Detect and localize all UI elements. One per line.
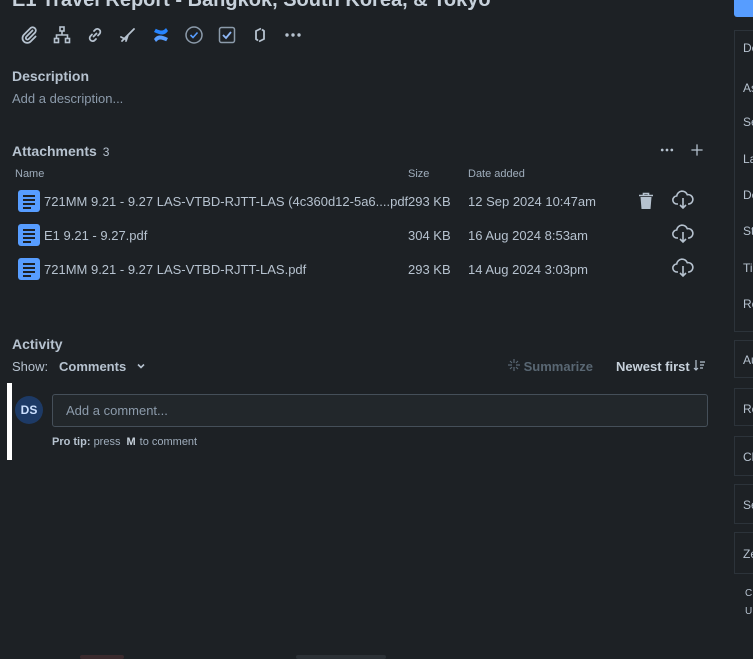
attachment-row[interactable]: E1 9.21 - 9.27.pdf 304 KB 16 Aug 2024 8:… — [12, 220, 702, 254]
issue-toolbar — [12, 22, 309, 47]
add-attachment-button[interactable] — [689, 142, 705, 163]
details-field-label[interactable]: De — [743, 188, 753, 202]
pro-tip-press: press — [93, 436, 121, 448]
attachment-name[interactable]: E1 9.21 - 9.27.pdf — [44, 228, 147, 243]
attachment-row[interactable]: 721MM 9.21 - 9.27 LAS-VTBD-RJTT-LAS.pdf … — [12, 254, 702, 288]
sync-button[interactable] — [243, 22, 276, 47]
activity-filter-value: Comments — [59, 359, 127, 374]
paperclip-icon — [21, 25, 37, 44]
column-header-date[interactable]: Date added — [468, 168, 525, 180]
trash-icon — [639, 192, 653, 209]
avatar[interactable]: DS — [15, 396, 43, 424]
checkbox-icon — [218, 26, 235, 43]
attachment-size: 304 KB — [408, 228, 451, 243]
sparkle-icon — [508, 359, 520, 371]
more-actions-button[interactable] — [276, 22, 309, 47]
attachment-size: 293 KB — [408, 262, 451, 277]
details-field-label[interactable]: La — [743, 152, 753, 166]
link-issue-button[interactable] — [78, 22, 111, 47]
ellipsis-icon — [284, 32, 301, 37]
attachments-heading-label: Attachments — [12, 143, 97, 159]
details-field-label[interactable]: Ti — [743, 261, 753, 275]
document-icon — [18, 190, 40, 212]
shortcut-key: M — [126, 436, 136, 448]
pro-tip-rest: to comment — [139, 436, 198, 448]
attachment-row[interactable]: 721MM 9.21 - 9.27 LAS-VTBD-RJTT-LAS (4c3… — [12, 186, 702, 220]
pro-tip: Pro tip: press Mto comment — [52, 436, 197, 448]
panel-section-label: Ch — [743, 450, 753, 464]
panel-section-label: Se — [743, 498, 753, 512]
details-panel — [734, 30, 753, 332]
details-field-label[interactable]: St — [743, 224, 753, 238]
summarize-button[interactable]: Summarize — [508, 359, 593, 374]
confluence-button[interactable] — [144, 22, 177, 47]
chevron-down-icon — [137, 363, 145, 369]
column-header-name[interactable]: Name — [15, 168, 44, 180]
details-field-label: De — [743, 41, 753, 55]
download-attachment-button[interactable] — [672, 190, 694, 213]
download-attachment-button[interactable] — [672, 258, 694, 281]
attachment-date: 16 Aug 2024 8:53am — [468, 228, 588, 243]
time-tracking-button[interactable] — [177, 22, 210, 47]
clock-check-icon — [184, 25, 203, 44]
confluence-icon — [153, 27, 168, 42]
panel-footer-text: U — [745, 606, 753, 617]
description-placeholder[interactable]: Add a description... — [12, 91, 123, 106]
activity-filter-dropdown[interactable]: Comments — [59, 359, 146, 374]
child-issue-button[interactable] — [45, 22, 78, 47]
link-icon — [88, 27, 101, 42]
document-icon — [18, 224, 40, 246]
details-field-label[interactable]: Re — [743, 297, 753, 311]
attachments-more-button[interactable] — [659, 142, 675, 163]
comment-input[interactable] — [52, 394, 708, 427]
plus-icon — [691, 144, 703, 156]
attachment-date: 14 Aug 2024 3:03pm — [468, 262, 588, 277]
document-icon — [18, 258, 40, 280]
development-button[interactable] — [111, 22, 144, 47]
attachment-size: 293 KB — [408, 194, 451, 209]
description-heading: Description — [12, 68, 90, 84]
pro-tip-label: Pro tip: — [52, 436, 91, 448]
attachment-date: 12 Sep 2024 10:47am — [468, 194, 596, 209]
attachment-name[interactable]: 721MM 9.21 - 9.27 LAS-VTBD-RJTT-LAS (4c3… — [44, 194, 408, 209]
show-label: Show: — [12, 359, 49, 374]
ellipsis-icon — [660, 148, 674, 152]
details-field-label[interactable]: As — [743, 81, 753, 95]
details-field-label[interactable]: Se — [743, 115, 753, 129]
attachments-actions — [659, 142, 705, 163]
clipped-content — [80, 655, 124, 659]
panel-section-label: Ze — [743, 547, 753, 561]
delete-attachment-button[interactable] — [638, 192, 654, 213]
sort-order-label: Newest first — [616, 359, 690, 374]
sort-order-button[interactable]: Newest first — [616, 359, 706, 374]
panel-footer-text: C — [745, 588, 753, 599]
branch-icon — [119, 27, 135, 42]
focus-indicator — [7, 383, 12, 460]
clipped-content — [296, 655, 386, 659]
cloud-download-icon — [672, 224, 694, 244]
attachment-name[interactable]: 721MM 9.21 - 9.27 LAS-VTBD-RJTT-LAS.pdf — [44, 262, 306, 277]
panel-section-label: Au — [743, 353, 753, 367]
download-attachment-button[interactable] — [672, 224, 694, 247]
hierarchy-icon — [53, 25, 70, 43]
column-header-size[interactable]: Size — [408, 168, 429, 180]
attachments-heading: Attachments 3 — [12, 143, 109, 159]
activity-heading: Activity — [12, 336, 63, 352]
sort-descending-icon — [693, 360, 706, 371]
sync-icon — [254, 27, 265, 42]
attach-button[interactable] — [12, 22, 45, 47]
status-button[interactable] — [734, 0, 753, 17]
cloud-download-icon — [672, 190, 694, 210]
summarize-label: Summarize — [523, 359, 593, 374]
issue-title: E1 Travel Report - Bangkok, South Korea,… — [12, 0, 491, 11]
attachments-count: 3 — [102, 145, 110, 159]
checklist-button[interactable] — [210, 22, 243, 47]
panel-section-label: Re — [743, 402, 753, 416]
cloud-download-icon — [672, 258, 694, 278]
